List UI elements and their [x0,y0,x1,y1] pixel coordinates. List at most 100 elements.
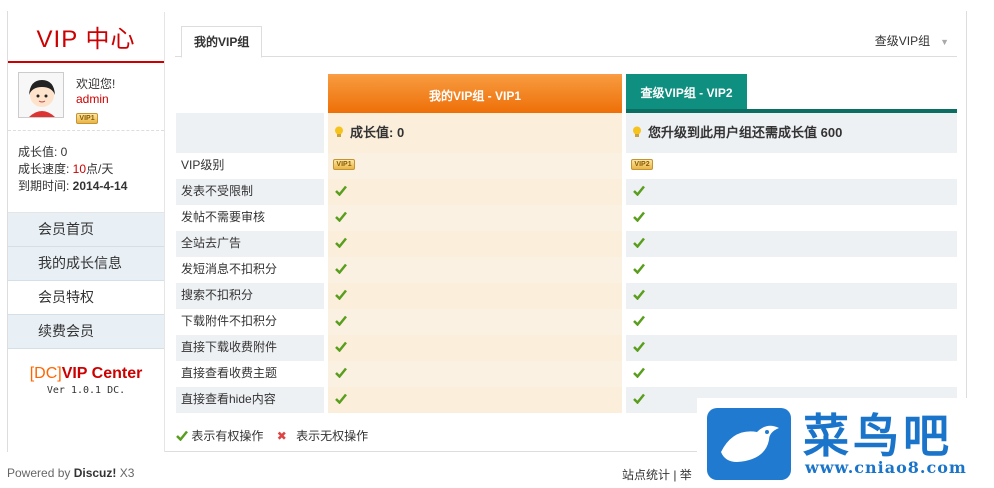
my-growth-text: 成长值: 0 [350,125,405,140]
upgrade-needed-text: 您升级到此用户组还需成长值 600 [648,125,843,140]
growth-value-line: 成长值: 0 [18,144,164,161]
feature-row: 全站去广告 [176,231,958,257]
feature-label: 直接下载收费附件 [176,335,324,361]
chevron-down-icon: ▼ [940,37,949,47]
upgrade-needed-info: 您升级到此用户组还需成长值 600 [626,113,957,153]
feature-col2 [626,283,957,309]
feature-col2 [626,231,957,257]
growth-speed-line: 成长速度: 10点/天 [18,161,164,178]
check-icon [176,430,188,442]
watermark-title: 菜鸟吧 [803,409,953,463]
check-icon [633,341,645,352]
feature-row: 发表不受限制 [176,179,958,205]
feature-label: 直接查看hide内容 [176,387,324,413]
expire-line: 到期时间: 2014-4-14 [18,178,164,195]
growth-value: 0 [60,145,68,159]
feature-col1 [328,283,622,309]
feature-col2 [626,335,957,361]
check-icon [633,185,645,196]
legend-allowed: 表示有权操作 [191,429,264,443]
feature-col2 [626,205,957,231]
powered-brand-link[interactable]: Discuz! [74,466,117,480]
vip-level-label: VIP级别 [181,158,225,172]
vip1-badge-icon: VIP1 [333,159,355,170]
check-icon [335,367,347,378]
info-row-blank [176,113,324,153]
vip-level-row: VIP级别 VIP1 VIP2 [176,153,958,179]
growth-label: 成长值: [18,145,61,159]
feature-col1 [328,257,622,283]
feature-label: 发表不受限制 [176,179,324,205]
vip-group-select-label: 查级VIP组 [874,34,931,48]
brand-block: [DC]VIP Center Ver 1.0.1 DC. [8,349,164,396]
check-icon [633,367,645,378]
feature-col2 [626,361,957,387]
feature-col1 [328,309,622,335]
col-header-my-vip: 我的VIP组 - VIP1 [328,74,622,113]
footer-links[interactable]: 站点统计 | 举 [622,466,692,483]
user-stats: 成长值: 0 成长速度: 10点/天 到期时间: 2014-4-14 [8,131,164,213]
legend: 表示有权操作 ✖ 表示无权操作 [176,427,374,444]
feature-col1 [328,335,622,361]
sidebar-title: VIP 中心 [8,12,164,63]
sidebar-item-renew[interactable]: 续费会员 [8,315,164,349]
brand-dc: [DC] [29,365,62,382]
feature-label: 搜索不扣积分 [176,283,324,309]
feature-col1 [328,179,622,205]
vip-group-select[interactable]: 查级VIP组 ▼ [875,32,949,49]
powered-prefix: Powered by [7,466,74,480]
feature-row: 搜索不扣积分 [176,283,958,309]
check-icon [335,315,347,326]
check-icon [633,263,645,274]
sidebar-item-privileges[interactable]: 会员特权 [8,281,164,315]
col-header-upgrade-vip[interactable]: 查级VIP组 - VIP2 [626,74,747,110]
username-link[interactable]: admin [76,92,109,106]
check-icon [335,263,347,274]
check-icon [335,393,347,404]
check-icon [633,393,645,404]
expire-value: 2014-4-14 [72,179,128,193]
feature-row: 发短消息不扣积分 [176,257,958,283]
feature-col1 [328,205,622,231]
vip-level-col2: VIP2 [626,153,957,179]
sidebar-item-growth-info[interactable]: 我的成长信息 [8,247,164,281]
brand-title: VIP Center [61,365,143,382]
sidebar-item-member-home[interactable]: 会员首页 [8,213,164,247]
feature-col1 [328,231,622,257]
feature-col1 [328,387,622,413]
check-icon [633,289,645,300]
bird-logo-icon [707,408,791,480]
feature-col2 [626,309,957,335]
check-icon [633,211,645,222]
feature-row: 发帖不需要审核 [176,205,958,231]
info-row: 成长值: 0 您升级到此用户组还需成长值 600 [176,113,958,153]
speed-unit: 点/天 [86,162,114,176]
check-icon [335,211,347,222]
avatar-icon [19,73,63,117]
brand-name: [DC]VIP Center [8,365,164,383]
check-icon [335,289,347,300]
tab-my-vip-group[interactable]: 我的VIP组 [181,26,263,58]
bulb-icon [633,126,641,137]
tab-bar: 我的VIP组 查级VIP组 ▼ [175,12,957,58]
powered-by: Powered by Discuz! X3 [7,466,134,480]
feature-label: 发短消息不扣积分 [181,262,278,276]
avatar[interactable] [18,72,64,118]
vip-badge-icon: VIP1 [76,113,98,124]
watermark-url: www.cniao8.com [805,458,967,477]
feature-col1 [328,361,622,387]
user-box: 欢迎您! admin VIP1 [8,63,164,131]
welcome-text: 欢迎您! [76,77,116,91]
check-icon [335,237,347,248]
user-vip-badge: VIP1 [76,109,98,124]
check-icon [633,237,645,248]
powered-version: X3 [116,466,135,480]
feature-col2 [626,257,957,283]
feature-col2 [626,179,957,205]
feature-label: 直接查看收费主题 [181,366,278,380]
check-icon [335,341,347,352]
expire-label: 到期时间: [18,179,73,193]
my-growth-info: 成长值: 0 [328,113,622,153]
sidebar: VIP 中心 欢迎您! admin VIP1 成长值: 0 成长速度: 10点/… [8,12,165,452]
feature-label: 全站去广告 [176,231,324,257]
